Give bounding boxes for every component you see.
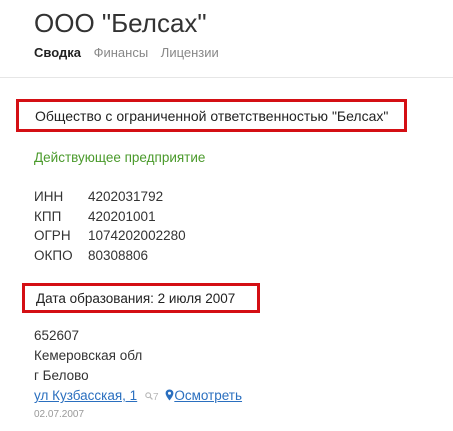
code-value: 420201001	[88, 208, 156, 224]
tab-licenses[interactable]: Лицензии	[161, 45, 219, 60]
status-text: Действующее предприятие	[34, 150, 206, 165]
code-row-inn: ИНН 4202031792	[34, 189, 186, 209]
map-view-link[interactable]: Осмотреть	[174, 388, 242, 403]
founded-date-highlight: Дата образования: 2 июля 2007	[22, 283, 260, 313]
address-region: Кемеровская обл	[34, 348, 143, 363]
code-row-kpp: КПП 420201001	[34, 209, 186, 229]
company-card: ООО "Белсах" Сводка Финансы Лицензии Общ…	[0, 0, 453, 431]
tab-summary[interactable]: Сводка	[34, 45, 81, 60]
divider	[0, 77, 453, 78]
code-label: ОГРН	[34, 228, 71, 243]
full-name-highlight: Общество с ограниченной ответственностью…	[16, 99, 407, 132]
code-label: КПП	[34, 208, 62, 224]
tab-finances[interactable]: Финансы	[94, 45, 149, 60]
search-hint[interactable]: 7	[145, 392, 161, 403]
address-city: г Белово	[34, 368, 89, 383]
code-value: 1074202002280	[88, 228, 186, 243]
company-full-name: Общество с ограниченной ответственностью…	[35, 108, 389, 124]
tab-bar: Сводка Финансы Лицензии	[34, 45, 228, 60]
street-link[interactable]: ул Кузбасская, 1	[34, 388, 137, 403]
code-label: ИНН	[34, 189, 64, 204]
page-title: ООО "Белсах"	[34, 8, 207, 38]
registration-codes: ИНН 4202031792 КПП 420201001 ОГРН 107420200…	[34, 189, 186, 267]
map-pin-icon	[165, 389, 174, 401]
address-date: 02.07.2007	[34, 409, 85, 420]
address-street-line: ул Кузбасская, 1 7 Осмотреть	[34, 388, 242, 408]
code-label: ОКПО	[34, 247, 73, 263]
code-row-okpo: ОКПО 80308806	[34, 248, 186, 268]
code-row-ogrn: ОГРН 1074202002280	[34, 228, 186, 248]
code-value: 4202031792	[88, 189, 164, 204]
address-postcode: 652607	[34, 328, 80, 343]
search-count: 7	[152, 392, 159, 403]
search-icon	[145, 392, 153, 400]
founded-date: Дата образования: 2 июля 2007	[36, 291, 236, 306]
code-value: 80308806	[88, 247, 149, 263]
address-block: 652607 Кемеровская обл г Белово ул Кузба…	[34, 328, 242, 420]
